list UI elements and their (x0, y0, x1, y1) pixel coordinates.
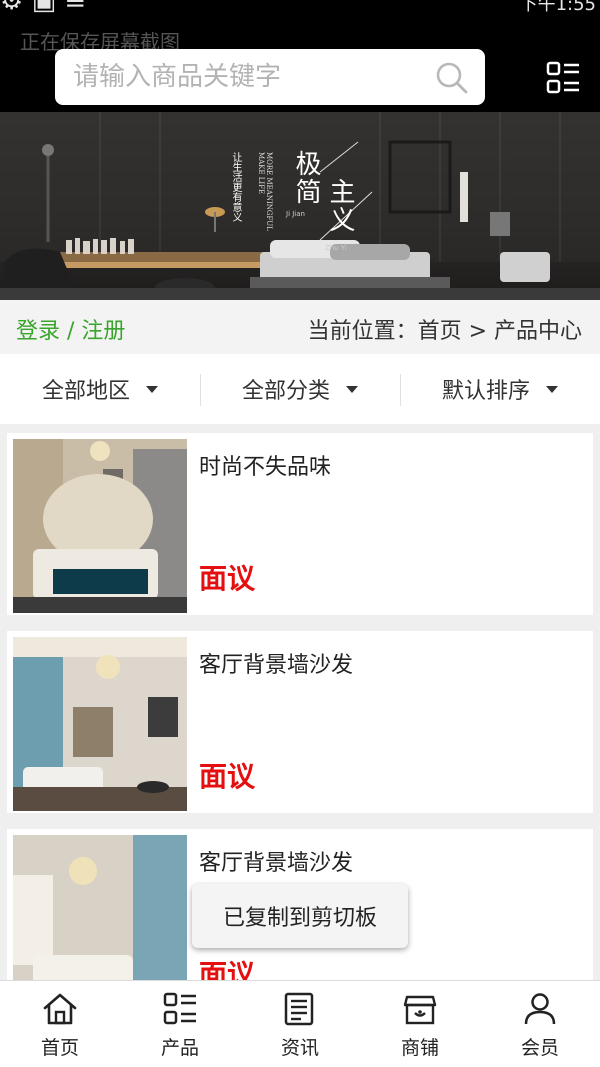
chevron-down-icon (346, 385, 358, 393)
search-box[interactable] (55, 49, 485, 105)
product-title[interactable]: 时尚不失品味 (199, 449, 331, 481)
filter-category[interactable]: 全部分类 (200, 354, 400, 424)
nav-item-home[interactable]: 首页 (0, 981, 120, 1067)
bottom-nav: 首页 产品 资讯 商铺 会员 (0, 980, 600, 1067)
product-title[interactable]: 客厅背景墙沙发 (199, 647, 353, 679)
status-bar: ⚙ ▣ ≡ 下午1:55 (0, 0, 600, 22)
nav-label: 首页 (40, 1037, 79, 1059)
breadcrumb-bar: 登录 / 注册 当前位置：首页 > 产品中心 (0, 300, 600, 354)
product-title[interactable]: 客厅背景墙沙发 (199, 845, 353, 877)
shop-icon (403, 995, 437, 1025)
nav-label: 资讯 (280, 1037, 319, 1059)
nav-item-news[interactable]: 资讯 (240, 981, 360, 1067)
product-image[interactable] (13, 835, 187, 980)
filter-region-label: 全部地区 (41, 379, 130, 404)
product-price: 面议 (199, 562, 256, 595)
product-card[interactable]: 时尚不失品味 面议 (7, 433, 593, 615)
nav-item-products[interactable]: 产品 (120, 981, 240, 1067)
search-icon[interactable] (435, 61, 469, 95)
status-icons-left: ⚙ ▣ ≡ (0, 0, 87, 16)
product-image[interactable] (13, 637, 187, 811)
nav-label: 产品 (160, 1037, 199, 1059)
banner-subtitle-en: MORE MEANINGFUL MAKE LIFE (257, 152, 273, 231)
banner-subtitle-cn: 让生活更有意义 (230, 152, 241, 222)
banner-title-1: 极简 (291, 150, 321, 206)
nav-item-member[interactable]: 会员 (480, 981, 600, 1067)
product-image[interactable] (13, 439, 187, 613)
banner-pinyin-1: Ji Jian (286, 210, 305, 218)
filter-bar: 全部地区 全部分类 默认排序 (0, 354, 600, 424)
news-icon (284, 992, 314, 1026)
products-icon (163, 992, 196, 1025)
filter-sort[interactable]: 默认排序 (400, 354, 600, 424)
breadcrumb: 当前位置：首页 > 产品中心 (307, 319, 582, 344)
chevron-down-icon (546, 385, 558, 393)
filter-category-label: 全部分类 (241, 379, 330, 404)
product-card[interactable]: 客厅背景墙沙发 面议 (7, 631, 593, 813)
nav-label: 商铺 (400, 1037, 439, 1059)
search-input[interactable] (73, 57, 413, 97)
member-icon (524, 993, 556, 1025)
chevron-down-icon (146, 385, 158, 393)
status-time: 下午1:55 (519, 0, 596, 15)
product-price: 面议 (199, 760, 256, 793)
banner-pinyin-2: Zhu Yi (325, 244, 347, 252)
nav-label: 会员 (520, 1037, 559, 1059)
category-menu-icon[interactable] (545, 60, 581, 96)
nav-item-shop[interactable]: 商铺 (360, 981, 480, 1067)
filter-region[interactable]: 全部地区 (0, 354, 200, 424)
login-register-link[interactable]: 登录 / 注册 (16, 313, 125, 345)
product-price: 面议 (199, 958, 256, 980)
banner-image (0, 112, 600, 300)
banner-title-2: 主义 (325, 178, 355, 234)
copy-toast: 已复制到剪切板 (192, 884, 408, 948)
top-bar: 正在保存屏幕截图 (0, 22, 600, 112)
promo-banner[interactable]: 极简 主义 让生活更有意义 MORE MEANINGFUL MAKE LIFE … (0, 112, 600, 300)
filter-sort-label: 默认排序 (441, 379, 530, 404)
home-icon (43, 993, 77, 1025)
